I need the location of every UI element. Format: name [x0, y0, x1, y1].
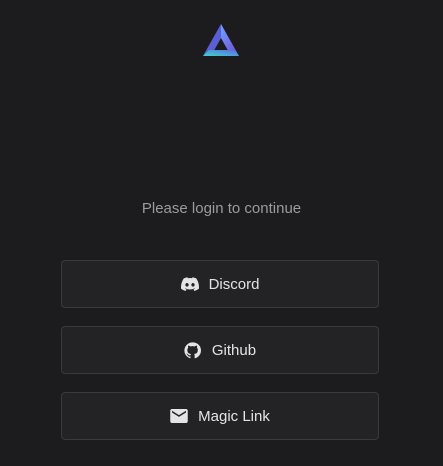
github-login-button[interactable]: Github	[61, 326, 379, 374]
magic-link-login-button[interactable]: Magic Link	[61, 392, 379, 440]
discord-label: Discord	[208, 275, 260, 293]
github-label: Github	[211, 341, 257, 359]
discord-icon	[180, 275, 199, 293]
magic-link-label: Magic Link	[198, 407, 270, 425]
github-icon	[184, 341, 202, 359]
login-prompt: Please login to continue	[141, 200, 302, 217]
mail-icon	[170, 407, 188, 425]
login-page: Please login to continue Discord Github …	[0, 0, 443, 466]
discord-login-button[interactable]: Discord	[61, 260, 379, 308]
app-logo	[201, 22, 241, 58]
